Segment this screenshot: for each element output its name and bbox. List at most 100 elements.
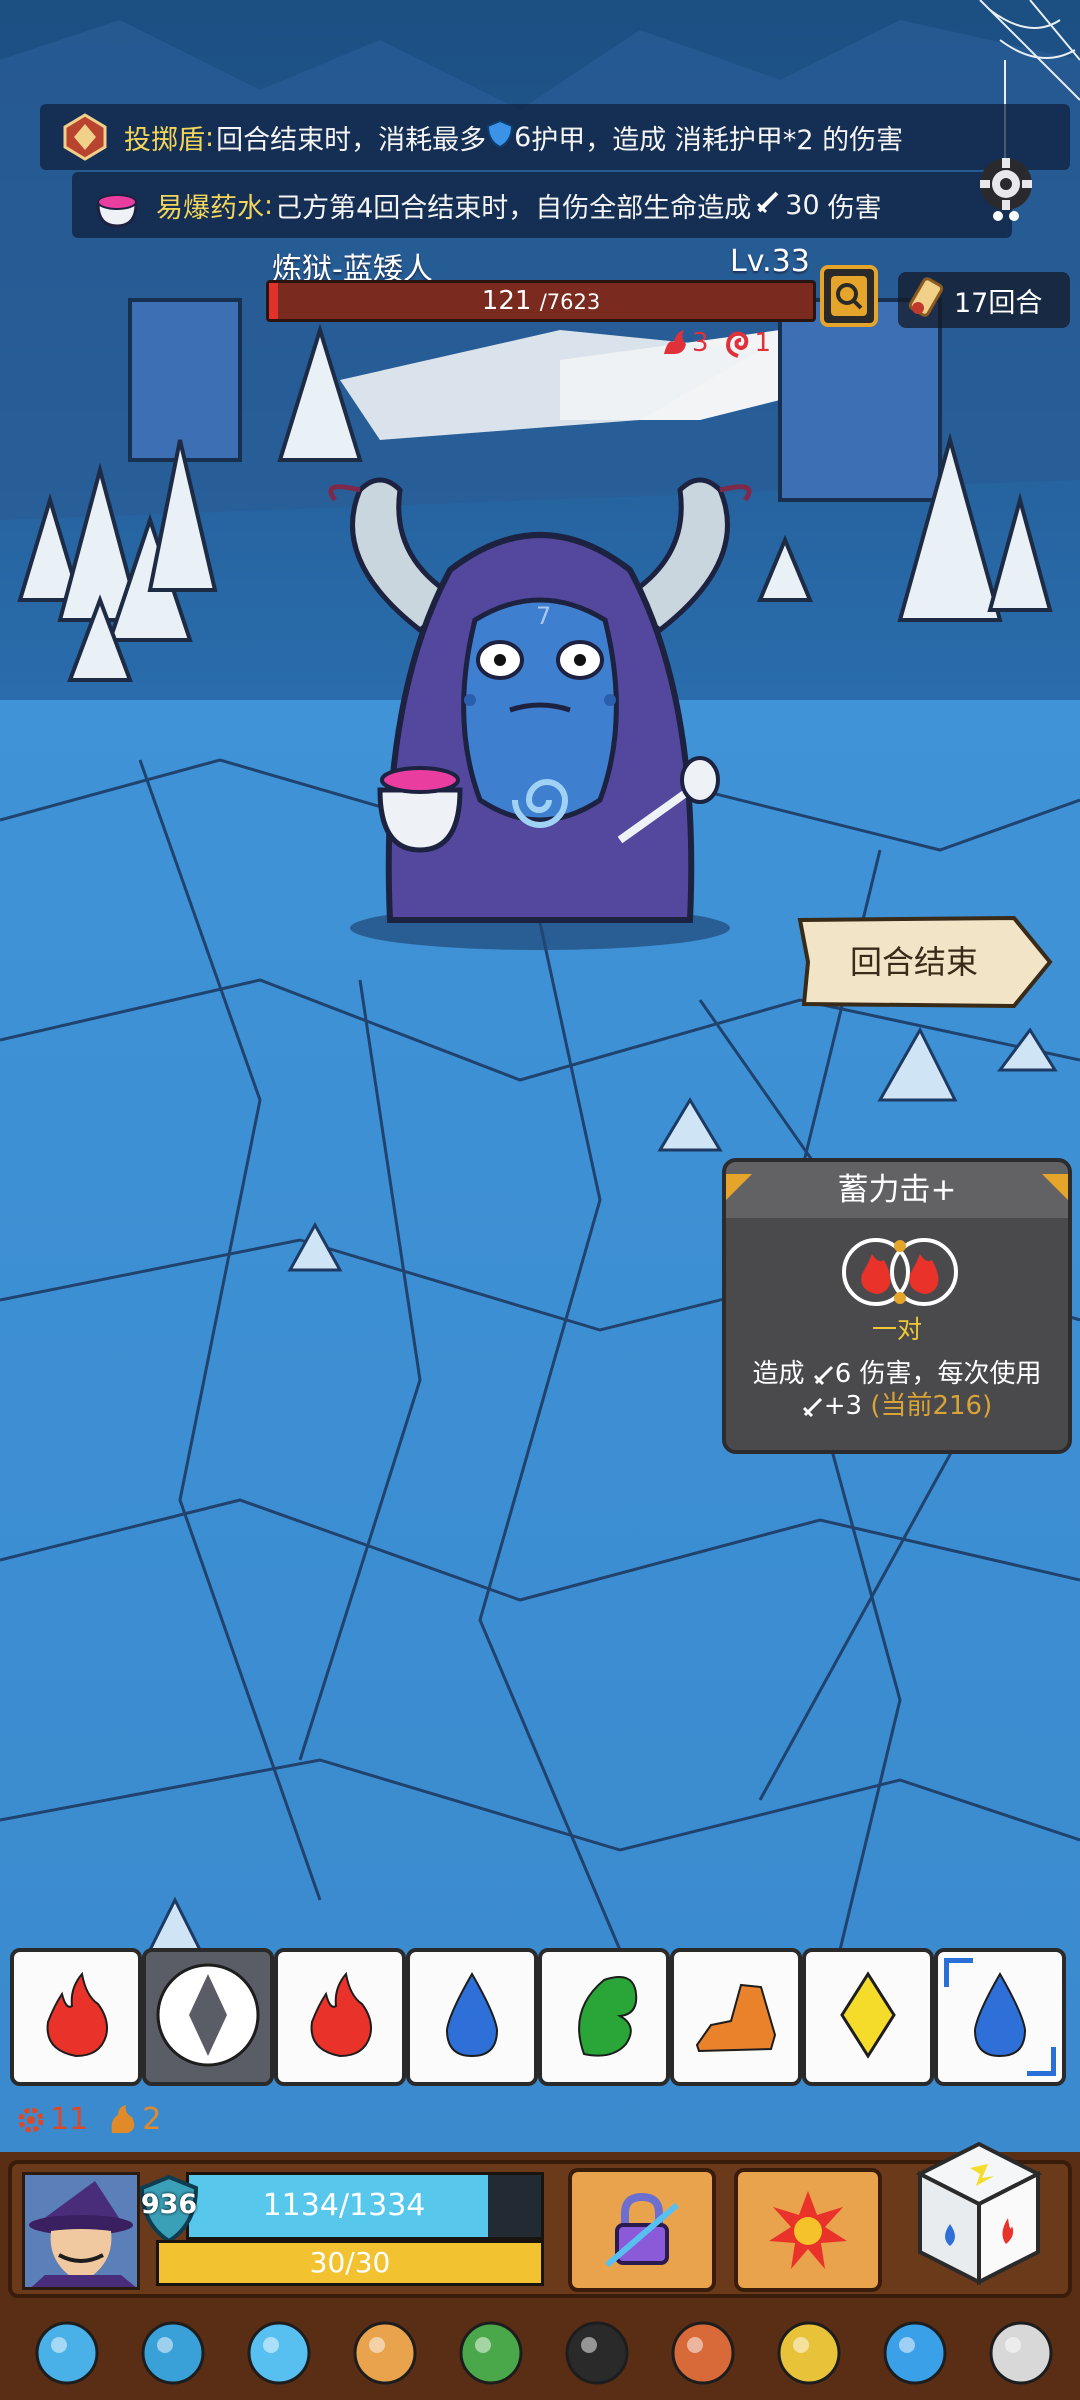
player-energy-text: 30/30: [309, 2246, 391, 2279]
player-energy-bar: 30/30: [156, 2240, 544, 2286]
moss-block-icon: [459, 2321, 523, 2385]
rune-shield-icon: [353, 2321, 417, 2385]
blue-hat-icon: [35, 2321, 99, 2385]
buff-text: 回合结束时，消耗最多: [216, 124, 487, 156]
item-slot[interactable]: [554, 2308, 640, 2394]
sword-icon: [755, 189, 781, 222]
item-slot[interactable]: [342, 2308, 428, 2394]
meat-leg-icon: [671, 2321, 735, 2385]
buff-text-2: 护甲，造成 消耗护甲*2 的伤害: [531, 124, 904, 156]
resource-value: 2: [142, 2102, 162, 2137]
water-face-icon: [965, 1970, 1035, 2064]
die-diamond[interactable]: [142, 1948, 274, 2086]
round-counter: 17回合: [898, 272, 1070, 328]
burn-icon: [664, 330, 686, 354]
card-tooltip-header: 蓄力击+: [726, 1162, 1068, 1218]
buff-banner-throw-shield[interactable]: 投掷盾: 回合结束时，消耗最多 6 护甲，造成 消耗护甲*2 的伤害: [40, 104, 1070, 170]
dragon-skull-icon: [989, 2321, 1053, 2385]
die-fire[interactable]: [10, 1948, 142, 2086]
enemy-hood-number: 7: [536, 602, 552, 630]
skill-button-lock[interactable]: [568, 2168, 716, 2292]
explosive-potion-icon: [88, 176, 146, 234]
crystal-gem-icon: [141, 2321, 205, 2385]
card-slot-pair: [838, 1234, 962, 1310]
player-hp-bar: 1134/1334: [186, 2172, 544, 2240]
explosion-icon: [769, 2191, 847, 2269]
card-description: 造成 6 伤害，每次使用 +3 (当前216): [752, 1359, 1042, 1421]
buff-text: 己方第4回合结束时，自伤全部生命造成: [275, 192, 752, 224]
leaf-face-icon: [564, 1970, 644, 2064]
status-value: 1: [754, 328, 772, 358]
player-shield-value: 936: [140, 2189, 198, 2220]
item-slot[interactable]: [660, 2308, 746, 2394]
enemy-status-effects: 3 1: [660, 328, 771, 358]
die-leaf[interactable]: [538, 1948, 670, 2086]
item-slot[interactable]: [236, 2308, 322, 2394]
roll-dice-button[interactable]: [912, 2138, 1046, 2288]
player-avatar[interactable]: [22, 2172, 140, 2290]
buff-armor-value: 6: [514, 121, 532, 153]
buff-separator: :: [205, 121, 215, 153]
wizard-portrait-icon: [25, 2175, 137, 2287]
item-slot[interactable]: [872, 2308, 958, 2394]
skill-button-explosion[interactable]: [734, 2168, 882, 2292]
player-shield-badge: 936: [138, 2174, 200, 2244]
buff-name: 投掷盾: [124, 124, 205, 156]
enemy-inspect-button[interactable]: [820, 265, 878, 327]
resource-gear-burn: 11: [14, 2102, 88, 2137]
scroll-icon: [906, 274, 946, 327]
gear-burn-icon: [18, 2107, 44, 2132]
resource-value: 11: [50, 2102, 89, 2137]
dice-row: [10, 1948, 1074, 2088]
buff-separator: :: [264, 189, 274, 221]
settings-button[interactable]: [968, 148, 1044, 224]
armor-icon: [486, 119, 514, 156]
die-diamond[interactable]: [802, 1948, 934, 2086]
buff-damage-value: 30: [785, 189, 820, 221]
diamond-face-icon: [153, 1960, 263, 2074]
card-tooltip: 蓄力击+ 一对 造成 6 伤害，每次使用 +3 (当前216): [722, 1158, 1072, 1454]
end-turn-label: 回合结束: [849, 943, 978, 981]
magnifier-book-icon: [831, 276, 867, 316]
die-water[interactable]: [406, 1948, 538, 2086]
dice-cube-icon: [915, 2141, 1043, 2286]
card-title: 蓄力击+: [837, 1172, 957, 1208]
player-hp-text: 1134/1334: [262, 2188, 426, 2223]
resource-flame: 2: [106, 2102, 161, 2137]
water-face-icon: [437, 1970, 507, 2064]
item-slot[interactable]: [24, 2308, 110, 2394]
die-rock[interactable]: [670, 1948, 802, 2086]
buff-banner-explosive-potion[interactable]: 易爆药水: 己方第4回合结束时，自伤全部生命造成 30 伤害: [72, 172, 1012, 238]
item-slot[interactable]: [130, 2308, 216, 2394]
item-bar: [24, 2306, 1064, 2396]
sword-icon: [813, 1365, 833, 1385]
die-fire[interactable]: [274, 1948, 406, 2086]
ice-cube-icon: [883, 2321, 947, 2385]
enemy-status-flame-swirl[interactable]: 1: [723, 328, 772, 358]
corner-ornament-icon: [726, 1162, 752, 1200]
item-slot[interactable]: [448, 2308, 534, 2394]
sword-icon: [802, 1397, 822, 1417]
buff-text-2: 伤害: [827, 192, 882, 224]
die-water[interactable]: [934, 1948, 1066, 2086]
corner-ornament-icon: [1042, 1162, 1068, 1200]
enemy-level: Lv.33: [730, 244, 810, 279]
enemy-hp-bar: 121 /7623: [266, 280, 816, 322]
fire-face-icon: [36, 1970, 116, 2064]
item-slot[interactable]: [978, 2308, 1064, 2394]
diamond-face-icon: [838, 1970, 898, 2064]
shield-throw-icon: [56, 108, 114, 166]
status-value: 3: [692, 328, 709, 358]
end-turn-button[interactable]: 回合结束: [794, 914, 1056, 1010]
flame-icon: [111, 2104, 135, 2133]
enemy-status-burn[interactable]: 3: [660, 328, 709, 358]
rock-face-icon: [691, 1975, 781, 2059]
item-slot[interactable]: [766, 2308, 852, 2394]
lock-lightning-icon: [605, 2192, 679, 2268]
gear-icon: [980, 158, 1032, 221]
buff-name: 易爆药水: [156, 192, 264, 224]
enemy-hp-text: 121 /7623: [481, 286, 601, 316]
flame-swirl-icon: [725, 331, 748, 358]
round-label: 17回合: [954, 287, 1043, 319]
resource-counters: 11 2: [14, 2102, 161, 2137]
